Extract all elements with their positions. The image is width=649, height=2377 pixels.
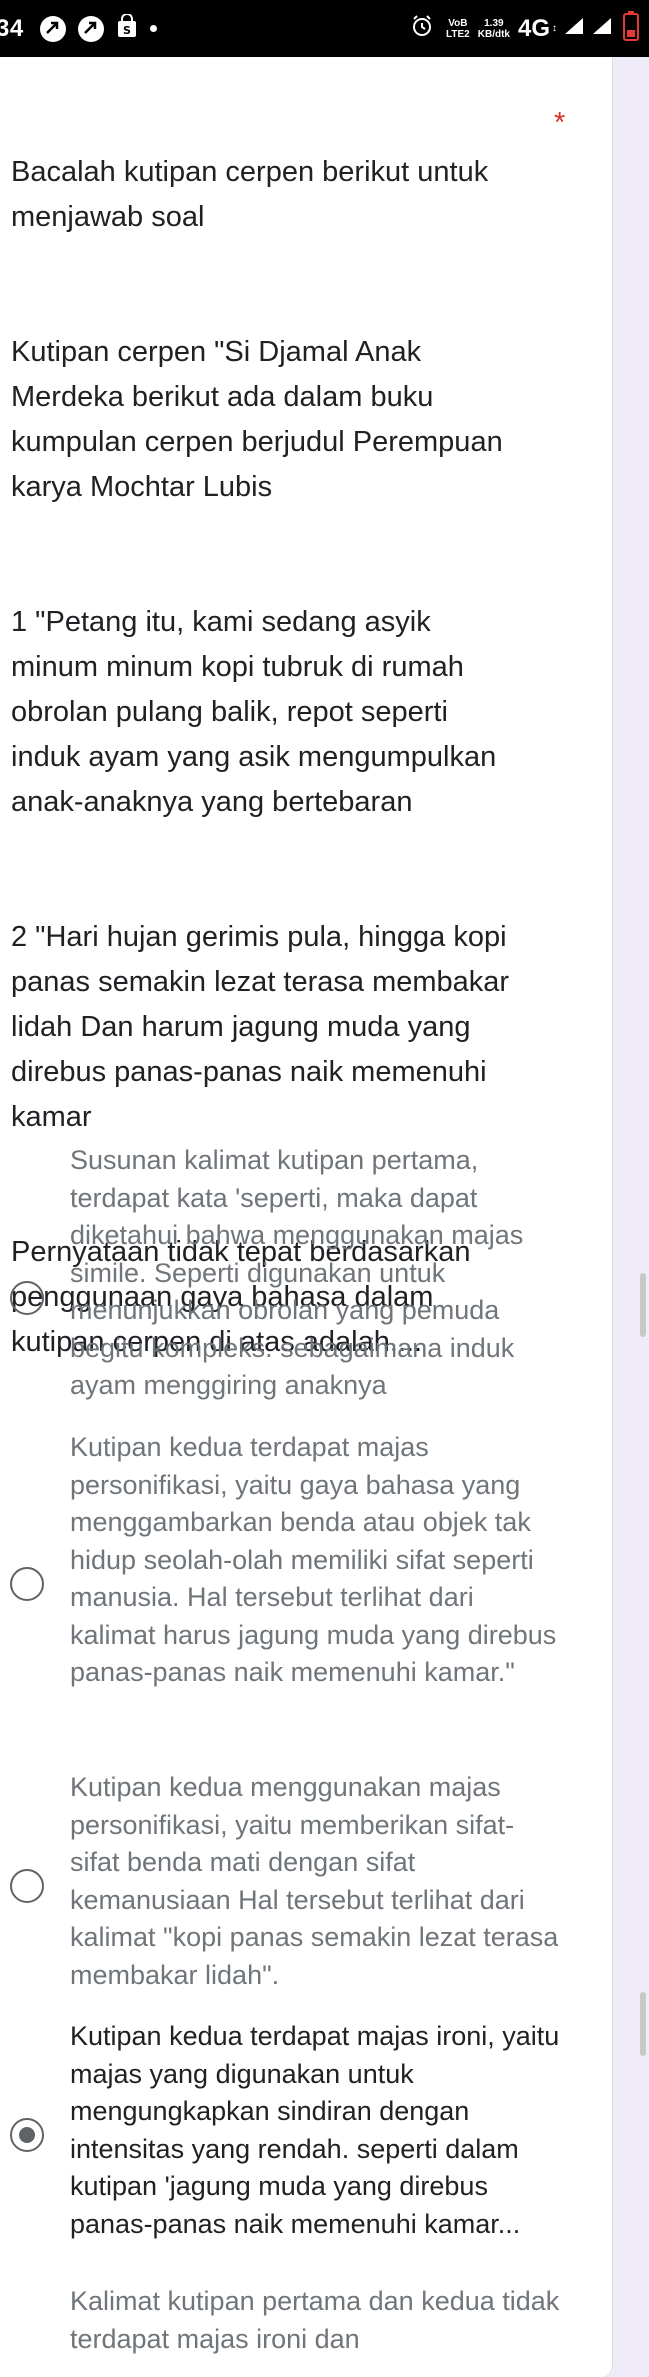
scrollbar-thumb[interactable] [640,1273,646,1337]
more-notifications-dot-icon [149,25,157,32]
network-type: 4G [517,14,550,42]
alarm-icon [410,14,434,43]
speed-value: 1.39 [484,17,504,29]
option-4-radio-selected[interactable] [10,2118,44,2152]
option-1-radio[interactable] [10,1281,44,1315]
status-time: 34 [0,14,24,42]
network-speed: 1.39 KB/dtk [478,18,510,40]
scrollbar-thumb-2[interactable] [640,1992,646,2056]
option-2-label: Kutipan kedua terdapat majas personifika… [70,1432,557,1687]
shopping-bag-icon: S [116,13,138,43]
question-paragraph-3: 1 "Petang itu, kami sedang asyik minum m… [11,606,497,818]
battery-icon [623,11,639,46]
data-activity-icon: ↕ [552,23,557,34]
svg-text:S: S [123,24,131,37]
option-3-label: Kutipan kedua menggunakan majas personif… [70,1772,559,1990]
required-asterisk: * [554,107,566,139]
lte-label-top: VoB [448,17,468,29]
navigation-notification-icon-2 [77,15,104,42]
question-paragraph-2: Kutipan cerpen "Si Djamal Anak Merdeka b… [11,336,503,503]
signal-icon [563,16,585,41]
option-1-label: Susunan kalimat kutipan pertama, terdapa… [70,1145,524,1400]
speed-unit: KB/dtk [477,28,510,40]
question-paragraph-1: Bacalah kutipan cerpen berikut untuk men… [11,156,489,233]
option-3-radio[interactable] [10,1869,44,1903]
question-card: Bacalah kutipan cerpen berikut untuk men… [0,57,613,2377]
navigation-notification-icon [39,15,66,42]
option-5-label: Kalimat kutipan pertama dan kedua tidak … [70,2286,560,2354]
option-4-label: Kutipan kedua terdapat majas ironi, yait… [70,2021,560,2239]
option-4[interactable]: Kutipan kedua terdapat majas ironi, yait… [10,2018,559,2258]
option-1[interactable]: Susunan kalimat kutipan pertama, terdapa… [10,1142,550,1462]
status-bar: 34 S VoB LTE2 1.39 KB/dtk 4G ↕ [0,0,649,57]
question-paragraph-4: 2 "Hari hujan gerimis pula, hingga kopi … [11,921,510,1133]
option-3[interactable]: Kutipan kedua menggunakan majas personif… [10,1769,558,2009]
option-5[interactable]: Kalimat kutipan pertama dan kedua tidak … [10,2283,559,2363]
signal-icon-2 [591,16,613,41]
lte-indicator: VoB LTE2 [446,18,470,40]
option-4-radio-dot [19,2127,35,2143]
lte-label-bottom: LTE2 [446,28,470,40]
option-2[interactable]: Kutipan kedua terdapat majas personifika… [10,1429,556,1749]
option-2-radio[interactable] [10,1567,44,1601]
